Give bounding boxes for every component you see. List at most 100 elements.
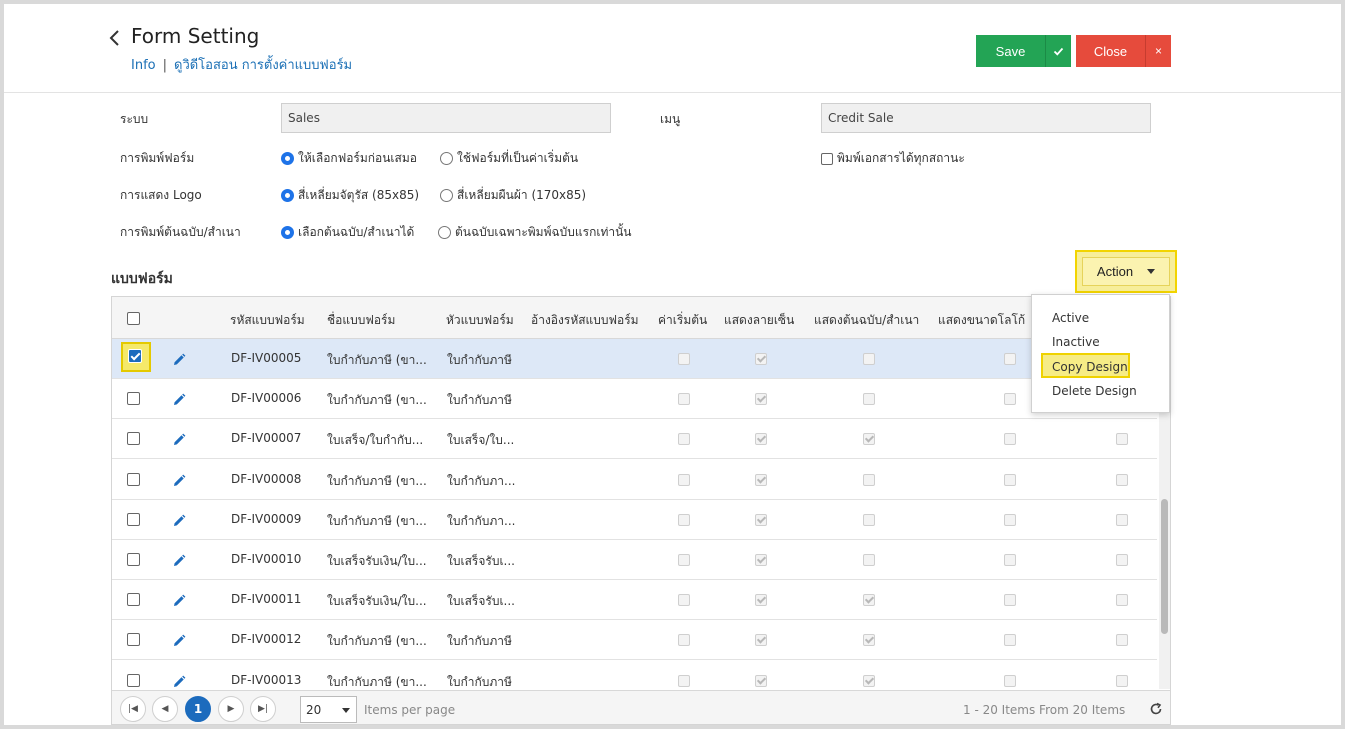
copy-option-1-label: เลือกต้นฉบับ/สำเนาได้: [298, 225, 415, 239]
col-signature[interactable]: แสดงลายเซ็น: [724, 311, 794, 330]
close-button[interactable]: Close ×: [1076, 35, 1171, 67]
select-all-checkbox[interactable]: [127, 312, 140, 325]
pencil-icon[interactable]: [172, 553, 186, 567]
pencil-icon[interactable]: [172, 593, 186, 607]
back-icon[interactable]: [108, 28, 126, 50]
logo-option-square[interactable]: สี่เหลี่ยมจัตุรัส (85x85): [281, 186, 419, 205]
form-name: ใบกำกับภาษี (ขา...: [327, 473, 427, 488]
scrollbar-thumb[interactable]: [1161, 499, 1168, 634]
row-checkbox[interactable]: [127, 553, 140, 566]
row-flag-checkbox: [755, 353, 767, 365]
prev-page-icon[interactable]: ◀: [152, 696, 178, 722]
pencil-icon[interactable]: [172, 473, 186, 487]
print-form-option-2-label: ใช้ฟอร์มที่เป็นค่าเริ่มต้น: [457, 151, 579, 165]
row-flag-checkbox: [1004, 513, 1016, 526]
row-checkbox[interactable]: [127, 392, 140, 406]
row-flag-checkbox: [863, 393, 875, 406]
radio-selected[interactable]: [281, 226, 294, 239]
row-flag-checkbox: [863, 674, 875, 687]
next-page-icon[interactable]: ▶: [218, 696, 244, 722]
print-form-option-default[interactable]: ใช้ฟอร์มที่เป็นค่าเริ่มต้น: [440, 149, 578, 168]
menu-item-copy-design[interactable]: Copy Design: [1052, 360, 1128, 374]
print-all-status-checkbox[interactable]: พิมพ์เอกสารได้ทุกสถานะ: [821, 149, 965, 168]
row-flag-checkbox: [755, 433, 767, 446]
print-form-option-always-choose[interactable]: ให้เลือกฟอร์มก่อนเสมอ: [281, 149, 417, 168]
first-page-icon[interactable]: |◀: [120, 696, 146, 722]
breadcrumb-info-link[interactable]: Info: [131, 58, 156, 73]
row-flag-checkbox: [755, 393, 767, 406]
page-size-select[interactable]: 20: [300, 696, 357, 723]
print-all-status-label: พิมพ์เอกสารได้ทุกสถานะ: [837, 151, 965, 165]
last-page-icon[interactable]: ▶|: [250, 696, 276, 722]
row-checkbox[interactable]: [127, 512, 140, 526]
menu-field[interactable]: Credit Sale: [821, 103, 1151, 133]
col-logo-size[interactable]: แสดงขนาดโลโก้: [938, 311, 1025, 330]
form-head: ใบกำกับภาษี: [447, 674, 512, 689]
table-row[interactable]: DF-IV00012 ใบกำกับภาษี (ขา... ใบกำกับภาษี: [112, 620, 1157, 661]
logo-option-1-label: สี่เหลี่ยมจัตุรัส (85x85): [298, 188, 420, 202]
pencil-icon[interactable]: [172, 432, 186, 446]
action-menu: Active Inactive Copy Design Delete Desig…: [1031, 294, 1170, 413]
radio-unselected[interactable]: [438, 226, 451, 239]
form-name: ใบกำกับภาษี (ขา...: [327, 353, 427, 367]
logo-label: การแสดง Logo: [120, 188, 202, 202]
form-code: DF-IV00008: [231, 471, 302, 486]
row-flag-checkbox: [755, 554, 767, 566]
pencil-icon[interactable]: [172, 392, 186, 406]
system-field[interactable]: Sales: [281, 103, 611, 133]
row-flag-checkbox: [1116, 554, 1128, 566]
row-checkbox[interactable]: [127, 472, 140, 486]
pencil-icon[interactable]: [172, 674, 186, 688]
breadcrumb-video-link[interactable]: ดูวิดีโอสอน การตั้งค่าแบบฟอร์ม: [174, 58, 352, 73]
row-checkbox[interactable]: [127, 432, 140, 446]
form-head: ใบเสร็จ/ใบ...: [447, 433, 515, 448]
radio-selected[interactable]: [281, 189, 294, 202]
row-checkbox[interactable]: [127, 673, 140, 687]
pager-summary: 1 - 20 Items From 20 Items: [963, 703, 1126, 717]
form-name: ใบเสร็จ/ใบกำกับ...: [327, 433, 424, 448]
menu-item-delete-design[interactable]: Delete Design: [1052, 384, 1137, 398]
logo-option-rectangle[interactable]: สี่เหลี่ยมผืนผ้า (170x85): [440, 186, 586, 205]
pagination-bar: |◀ ◀ 1 ▶ ▶| 20 Items per page 1 - 20 Ite…: [112, 690, 1170, 724]
row-flag-checkbox: [863, 513, 875, 526]
row-flag-checkbox: [1116, 634, 1128, 647]
col-form-head[interactable]: หัวแบบฟอร์ม: [446, 311, 514, 330]
pencil-icon[interactable]: [172, 513, 186, 527]
col-ref-code[interactable]: อ้างอิงรหัสแบบฟอร์ม: [531, 311, 639, 330]
col-default[interactable]: ค่าเริ่มต้น: [658, 311, 707, 330]
table-row[interactable]: DF-IV00008 ใบกำกับภาษี (ขา... ใบกำกับภา...: [112, 459, 1157, 500]
check-icon[interactable]: [1045, 35, 1071, 67]
save-button[interactable]: Save: [976, 35, 1071, 67]
menu-item-active[interactable]: Active: [1052, 311, 1089, 325]
copy-option-first-only[interactable]: ต้นฉบับเฉพาะพิมพ์ฉบับแรกเท่านั้น: [438, 223, 632, 242]
refresh-icon[interactable]: [1149, 701, 1163, 715]
table-row[interactable]: DF-IV00011 ใบเสร็จรับเงิน/ใบ... ใบเสร็จรับ…: [112, 580, 1157, 621]
menu-item-inactive[interactable]: Inactive: [1052, 335, 1100, 349]
system-label: ระบบ: [120, 112, 149, 126]
copy-option-selectable[interactable]: เลือกต้นฉบับ/สำเนาได้: [281, 223, 414, 242]
col-original-copy[interactable]: แสดงต้นฉบับ/สำเนา: [814, 311, 919, 330]
radio-selected[interactable]: [281, 152, 294, 165]
col-form-name[interactable]: ชื่อแบบฟอร์ม: [327, 311, 395, 330]
table-row[interactable]: DF-IV00010 ใบเสร็จรับเงิน/ใบ... ใบเสร็จรับ…: [112, 540, 1157, 580]
form-head: ใบกำกับภา...: [447, 473, 516, 488]
print-form-option-1-label: ให้เลือกฟอร์มก่อนเสมอ: [298, 151, 417, 165]
table-row[interactable]: DF-IV00006 ใบกำกับภาษี (ขา... ใบกำกับภาษี: [112, 379, 1157, 420]
table-row[interactable]: DF-IV00007 ใบเสร็จ/ใบกำกับ... ใบเสร็จ/ใบ..…: [112, 419, 1157, 460]
col-form-code[interactable]: รหัสแบบฟอร์ม: [230, 311, 305, 330]
close-icon[interactable]: ×: [1145, 35, 1171, 67]
checkbox[interactable]: [821, 152, 833, 165]
table-row[interactable]: DF-IV00005 ใบกำกับภาษี (ขา... ใบกำกับภาษี: [112, 339, 1157, 379]
pencil-icon[interactable]: [172, 633, 186, 647]
row-checkbox[interactable]: [127, 633, 140, 647]
radio-unselected[interactable]: [440, 189, 453, 202]
pencil-icon[interactable]: [172, 352, 186, 366]
row-checkbox[interactable]: [127, 593, 140, 607]
table-row[interactable]: DF-IV00009 ใบกำกับภาษี (ขา... ใบกำกับภา...: [112, 499, 1157, 540]
page-number-current[interactable]: 1: [185, 696, 211, 722]
radio-unselected[interactable]: [440, 152, 453, 165]
row-checkbox-checked[interactable]: [128, 349, 142, 363]
form-head: ใบกำกับภาษี: [447, 393, 512, 408]
row-flag-checkbox: [1004, 634, 1016, 647]
action-button[interactable]: Action: [1082, 257, 1170, 286]
